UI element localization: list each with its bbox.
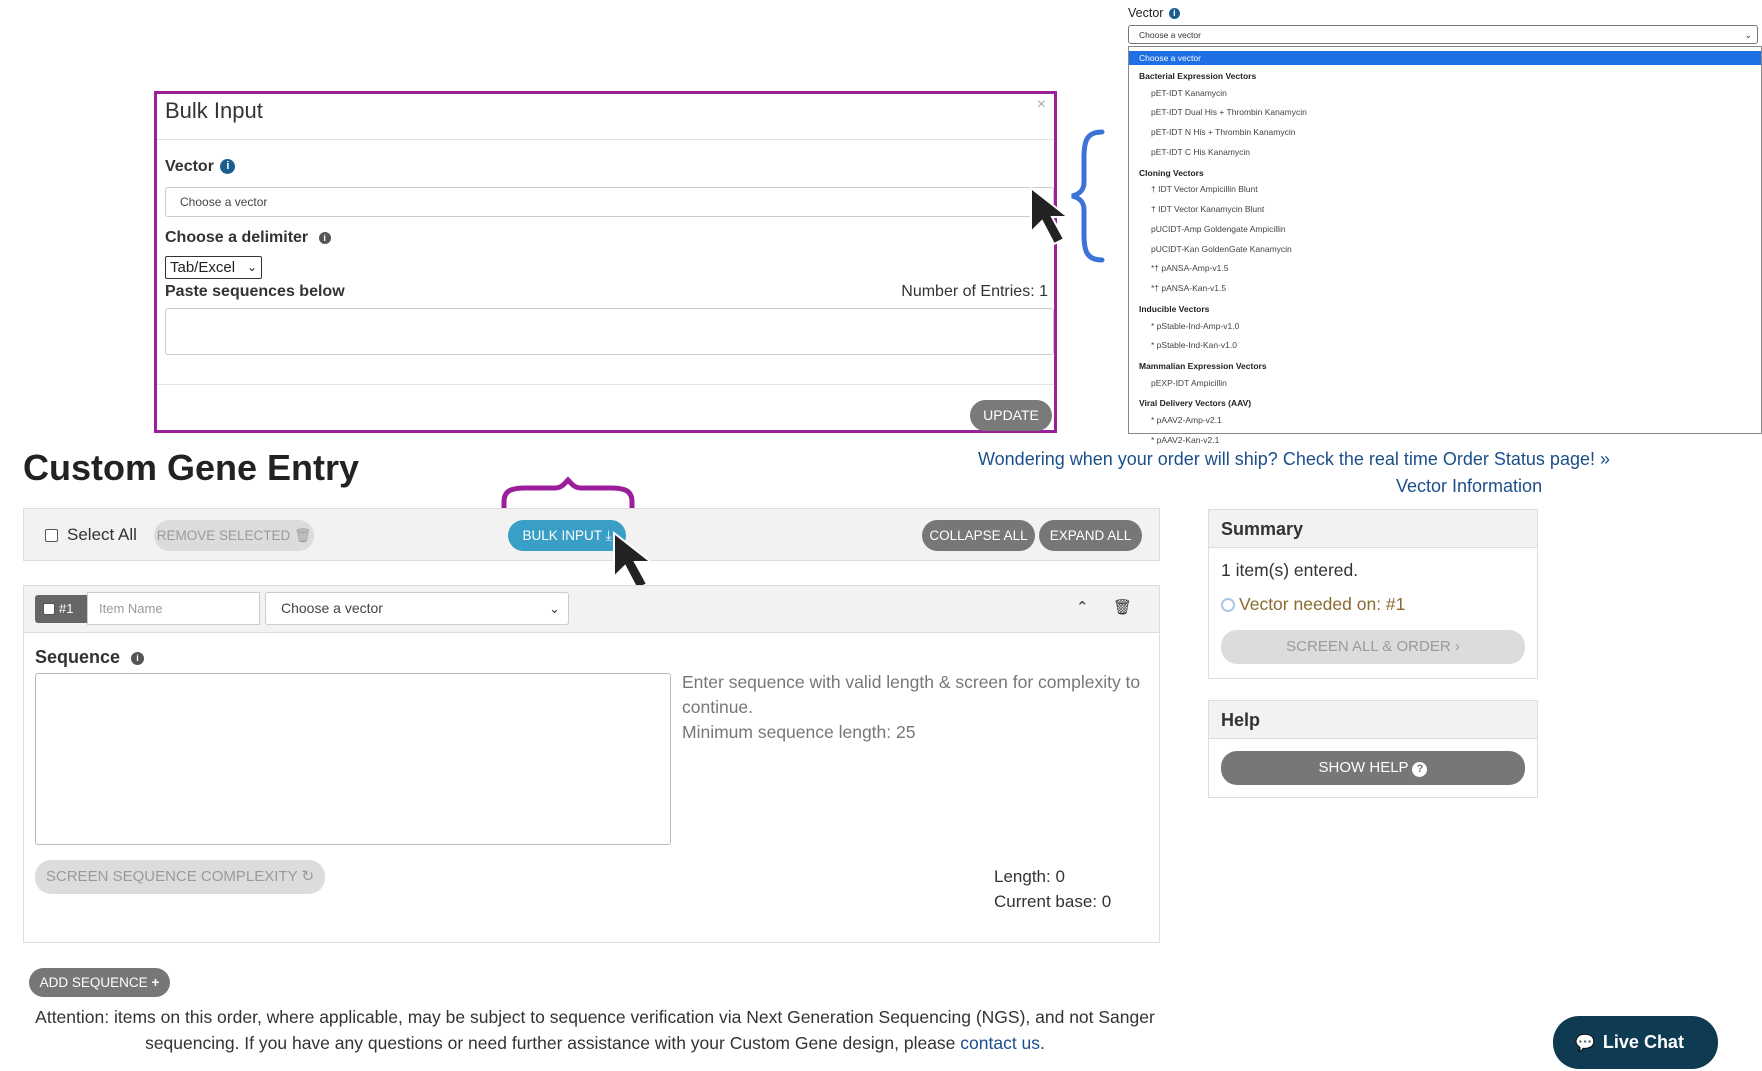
vector-option[interactable]: Choose a vector xyxy=(1129,51,1761,65)
help-card: Help SHOW HELP ? xyxy=(1208,700,1538,798)
vector-needed-status: Vector needed on: #1 xyxy=(1221,594,1405,615)
info-icon[interactable]: i xyxy=(318,231,331,244)
close-icon[interactable]: × xyxy=(1037,96,1046,114)
divider xyxy=(157,139,1054,140)
bulk-input-button[interactable]: BULK INPUT ⤓ xyxy=(508,520,626,551)
option-group-label: Mammalian Expression Vectors xyxy=(1139,361,1267,372)
vector-option[interactable]: *† pANSA-Amp-v1.5 xyxy=(1129,261,1228,275)
vector-option[interactable]: pET-IDT Kanamycin xyxy=(1129,86,1227,100)
chevron-right-icon: › xyxy=(1454,638,1460,655)
plus-icon: + xyxy=(151,975,160,990)
cursor-arrow-annotation xyxy=(613,530,654,591)
cursor-arrow-annotation xyxy=(1030,185,1071,246)
delimiter-select[interactable]: Tab/Excel ⌄ xyxy=(165,256,262,279)
contact-us-link[interactable]: contact us xyxy=(960,1033,1040,1053)
live-chat-button[interactable]: 💬 Live Chat xyxy=(1553,1016,1718,1069)
trash-icon: 🗑 xyxy=(294,528,312,543)
screen-all-order-button[interactable]: SCREEN ALL & ORDER › xyxy=(1221,630,1525,664)
vector-option[interactable]: * pStable-Ind-Kan-v1.0 xyxy=(1129,338,1237,352)
show-help-button[interactable]: SHOW HELP ? xyxy=(1221,751,1525,785)
info-icon[interactable]: i xyxy=(220,159,236,175)
vector-option[interactable]: *† pANSA-Kan-v1.5 xyxy=(1129,281,1226,295)
vector-option[interactable]: pET-IDT N His + Thrombin Kanamycin xyxy=(1129,125,1295,139)
trash-icon[interactable]: 🗑 xyxy=(1113,598,1132,616)
length-info: Length: 0 Current base: 0 xyxy=(994,867,1112,911)
delimiter-label: Choose a delimiter i xyxy=(165,229,331,247)
sequence-hint: Enter sequence with valid length & scree… xyxy=(682,672,1141,742)
modal-vector-label: Vector i xyxy=(165,158,236,176)
vector-option[interactable]: pEXP-IDT Ampicillin xyxy=(1129,376,1227,390)
vector-options-list[interactable]: Choose a vector Bacterial Expression Vect… xyxy=(1128,46,1762,445)
select-all-label[interactable]: Select All xyxy=(67,525,137,545)
add-sequence-button[interactable]: ADD SEQUENCE + xyxy=(29,968,170,997)
select-all-checkbox[interactable] xyxy=(45,529,58,542)
vector-information-link[interactable]: Vector Information xyxy=(1396,476,1542,497)
dropdown-callout-label: Vector i xyxy=(1128,6,1180,20)
option-group-label: Cloning Vectors xyxy=(1139,167,1204,178)
sequence-item-panel: #1 Item Name Choose a vector ⌄ ⌃ 🗑 Seque… xyxy=(23,585,1160,943)
vector-option[interactable]: pUCIDT-Kan GoldenGate Kanamycin xyxy=(1129,242,1292,256)
update-button[interactable]: UPDATE xyxy=(970,400,1052,431)
collapse-all-button[interactable]: COLLAPSE ALL xyxy=(922,520,1035,551)
vector-option[interactable]: pUCIDT-Amp Goldengate Ampicillin xyxy=(1129,222,1286,236)
remove-selected-button[interactable]: REMOVE SELECTED 🗑 xyxy=(154,520,314,551)
paste-label: Paste sequences below xyxy=(165,283,345,300)
vector-option[interactable]: pET-IDT Dual His + Thrombin Kanamycin xyxy=(1129,105,1307,119)
chat-icon: 💬 xyxy=(1575,1035,1595,1052)
item-checkbox[interactable] xyxy=(43,602,55,615)
item-vector-select[interactable]: Choose a vector ⌄ xyxy=(265,592,569,625)
screen-complexity-button[interactable]: SCREEN SEQUENCE COMPLEXITY ↻ xyxy=(35,860,325,894)
modal-vector-select[interactable]: Choose a vector xyxy=(165,187,1054,217)
summary-card: Summary 1 item(s) entered. Vector needed… xyxy=(1208,509,1538,679)
chevron-up-icon[interactable]: ⌃ xyxy=(1076,598,1089,616)
option-group-label: Inducible Vectors xyxy=(1139,304,1210,314)
entry-toolbar: Select All REMOVE SELECTED 🗑 BULK INPUT … xyxy=(23,508,1160,561)
chevron-down-icon: ⌄ xyxy=(246,260,257,274)
bulk-input-modal: Bulk Input × Vector i Choose a vector Ch… xyxy=(154,91,1057,433)
vector-option[interactable]: * pStable-Ind-Amp-v1.0 xyxy=(1129,319,1239,333)
vector-select-callout[interactable]: Choose a vector ⌄ xyxy=(1128,25,1758,44)
vector-option[interactable]: † IDT Vector Kanamycin Blunt xyxy=(1129,202,1264,216)
sequence-textarea[interactable] xyxy=(35,673,671,845)
entries-count: Number of Entries: 1 xyxy=(901,283,1048,300)
page-title: Custom Gene Entry xyxy=(23,447,360,488)
info-icon: i xyxy=(1168,8,1180,20)
order-status-link[interactable]: Wondering when your order will ship? Che… xyxy=(978,449,1610,470)
vector-option[interactable]: * pAAV2-Amp-v2.1 xyxy=(1129,413,1222,427)
paste-sequences-textarea[interactable] xyxy=(165,308,1054,355)
items-entered: 1 item(s) entered. xyxy=(1221,560,1359,580)
refresh-icon: ↻ xyxy=(301,868,315,885)
attention-notice: Attention: items on this order, where ap… xyxy=(35,1007,1155,1053)
question-icon: ? xyxy=(1412,762,1428,777)
chevron-down-icon: ⌄ xyxy=(1744,30,1752,40)
info-icon[interactable]: i xyxy=(131,651,145,665)
vector-option[interactable]: pET-IDT C His Kanamycin xyxy=(1129,145,1250,159)
chevron-down-icon: ⌄ xyxy=(549,601,560,616)
divider xyxy=(157,384,1054,385)
vector-option[interactable]: * pAAV2-Kan-v2.1 xyxy=(1129,433,1219,447)
item-header: #1 Item Name Choose a vector ⌄ ⌃ 🗑 xyxy=(24,586,1159,633)
item-name-input[interactable]: Item Name xyxy=(87,592,260,625)
modal-title: Bulk Input xyxy=(165,98,263,123)
option-group-label: Bacterial Expression Vectors xyxy=(1139,71,1257,81)
item-select-badge[interactable]: #1 xyxy=(35,595,89,623)
vector-option[interactable]: † IDT Vector Ampicillin Blunt xyxy=(1129,182,1258,196)
summary-title: Summary xyxy=(1209,510,1537,548)
help-title: Help xyxy=(1209,701,1537,739)
spinner-icon xyxy=(1221,598,1235,613)
sequence-label: Sequence i xyxy=(35,647,145,668)
expand-all-button[interactable]: EXPAND ALL xyxy=(1039,520,1142,551)
option-group-label: Viral Delivery Vectors (AAV) xyxy=(1139,398,1252,409)
